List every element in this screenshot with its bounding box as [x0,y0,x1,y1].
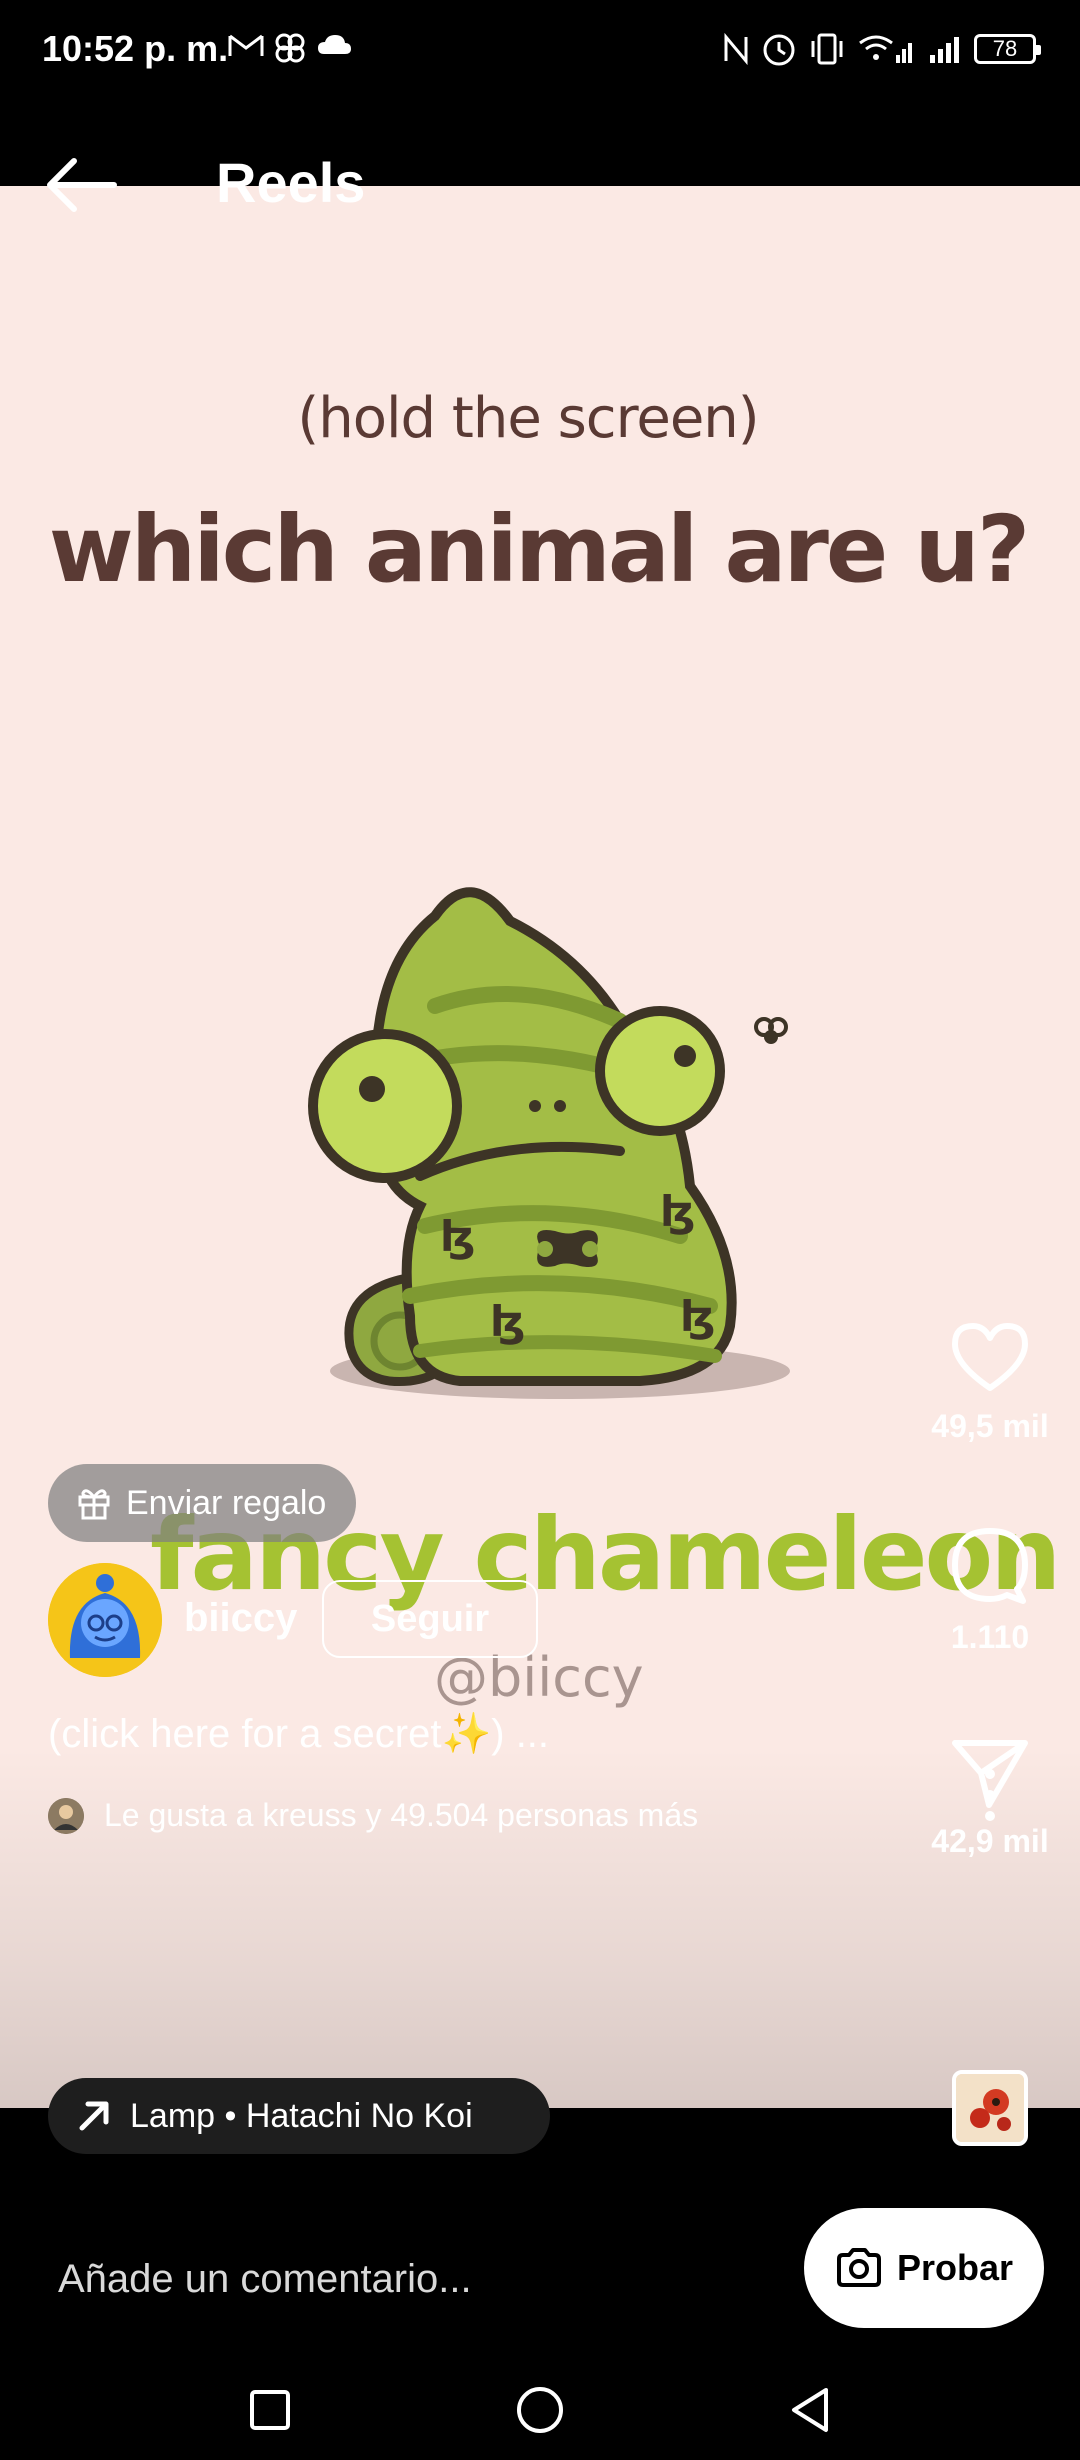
try-button[interactable]: Probar [804,2208,1044,2328]
back-arrow-icon [47,158,117,212]
gift-icon [78,1489,110,1520]
battery-icon: 78 [974,34,1041,64]
liker-avatar [48,1797,84,1834]
wifi-icon [859,35,912,63]
system-back-button[interactable] [765,2370,855,2450]
triangle-back-icon [792,2388,828,2432]
status-time: 10:52 p. m. [42,28,229,69]
liked-by-text: Le gusta a kreuss y 49.504 personas más [104,1797,699,1833]
home-button[interactable] [495,2370,585,2450]
recents-button[interactable] [225,2370,315,2450]
comment-bubble-icon [952,1528,1028,1604]
like-count: 49,5 mil [931,1408,1049,1444]
nfc-icon [724,32,748,66]
svg-text:ɮ: ɮ [490,1297,525,1346]
more-vertical-icon [985,1769,995,1821]
like-button[interactable]: 49,5 mil [920,1320,1060,1445]
svg-text:ɮ: ɮ [440,1212,475,1261]
username[interactable]: biiccy [184,1596,297,1641]
gmail-icon [228,34,264,56]
pinwheel-icon [275,33,305,63]
follow-button[interactable]: Seguir [322,1580,538,1658]
music-pill[interactable]: Lamp • Hatachi No Koi [48,2078,550,2154]
comment-input[interactable] [58,2244,758,2314]
trending-arrow-icon [79,2101,109,2131]
more-options-button[interactable] [970,1760,1010,1830]
caption-text[interactable]: (click here for a secret✨) ... [48,1710,549,1757]
page-title: Reels [216,151,366,214]
send-gift-button[interactable]: Enviar regalo [48,1464,356,1542]
back-button[interactable] [40,150,130,220]
avatar[interactable] [48,1563,162,1677]
signal-icon [930,37,959,63]
vibrate-icon [811,33,843,65]
chameleon-illustration: ɮ ɮ ɮ ɮ [308,887,790,1399]
header: Reels [0,130,1080,240]
liked-by-row[interactable]: Le gusta a kreuss y 49.504 personas más [48,1797,698,1834]
heart-icon [952,1323,1028,1391]
comment-button[interactable]: 1.110 [920,1525,1060,1656]
question-text: which animal are u? [48,496,1030,603]
music-label: Lamp • Hatachi No Koi [130,2096,473,2135]
avatar-image [48,1563,162,1677]
system-nav-bar [0,2370,1080,2460]
try-label: Probar [896,2247,1014,2288]
svg-text:ɮ: ɮ [660,1187,695,1236]
status-bar: 10:52 p. m. 78 [0,0,1080,100]
music-album-thumbnail[interactable] [952,2070,1028,2146]
hold-screen-text: (hold the screen) [297,386,759,451]
cloud-icon [318,35,351,54]
svg-text:ɮ: ɮ [680,1292,715,1341]
comment-count: 1.110 [950,1619,1030,1655]
square-icon [250,2390,290,2430]
send-gift-label: Enviar regalo [126,1483,327,1522]
circle-icon [517,2387,563,2433]
alarm-icon [763,34,795,66]
camera-icon [836,2248,881,2287]
